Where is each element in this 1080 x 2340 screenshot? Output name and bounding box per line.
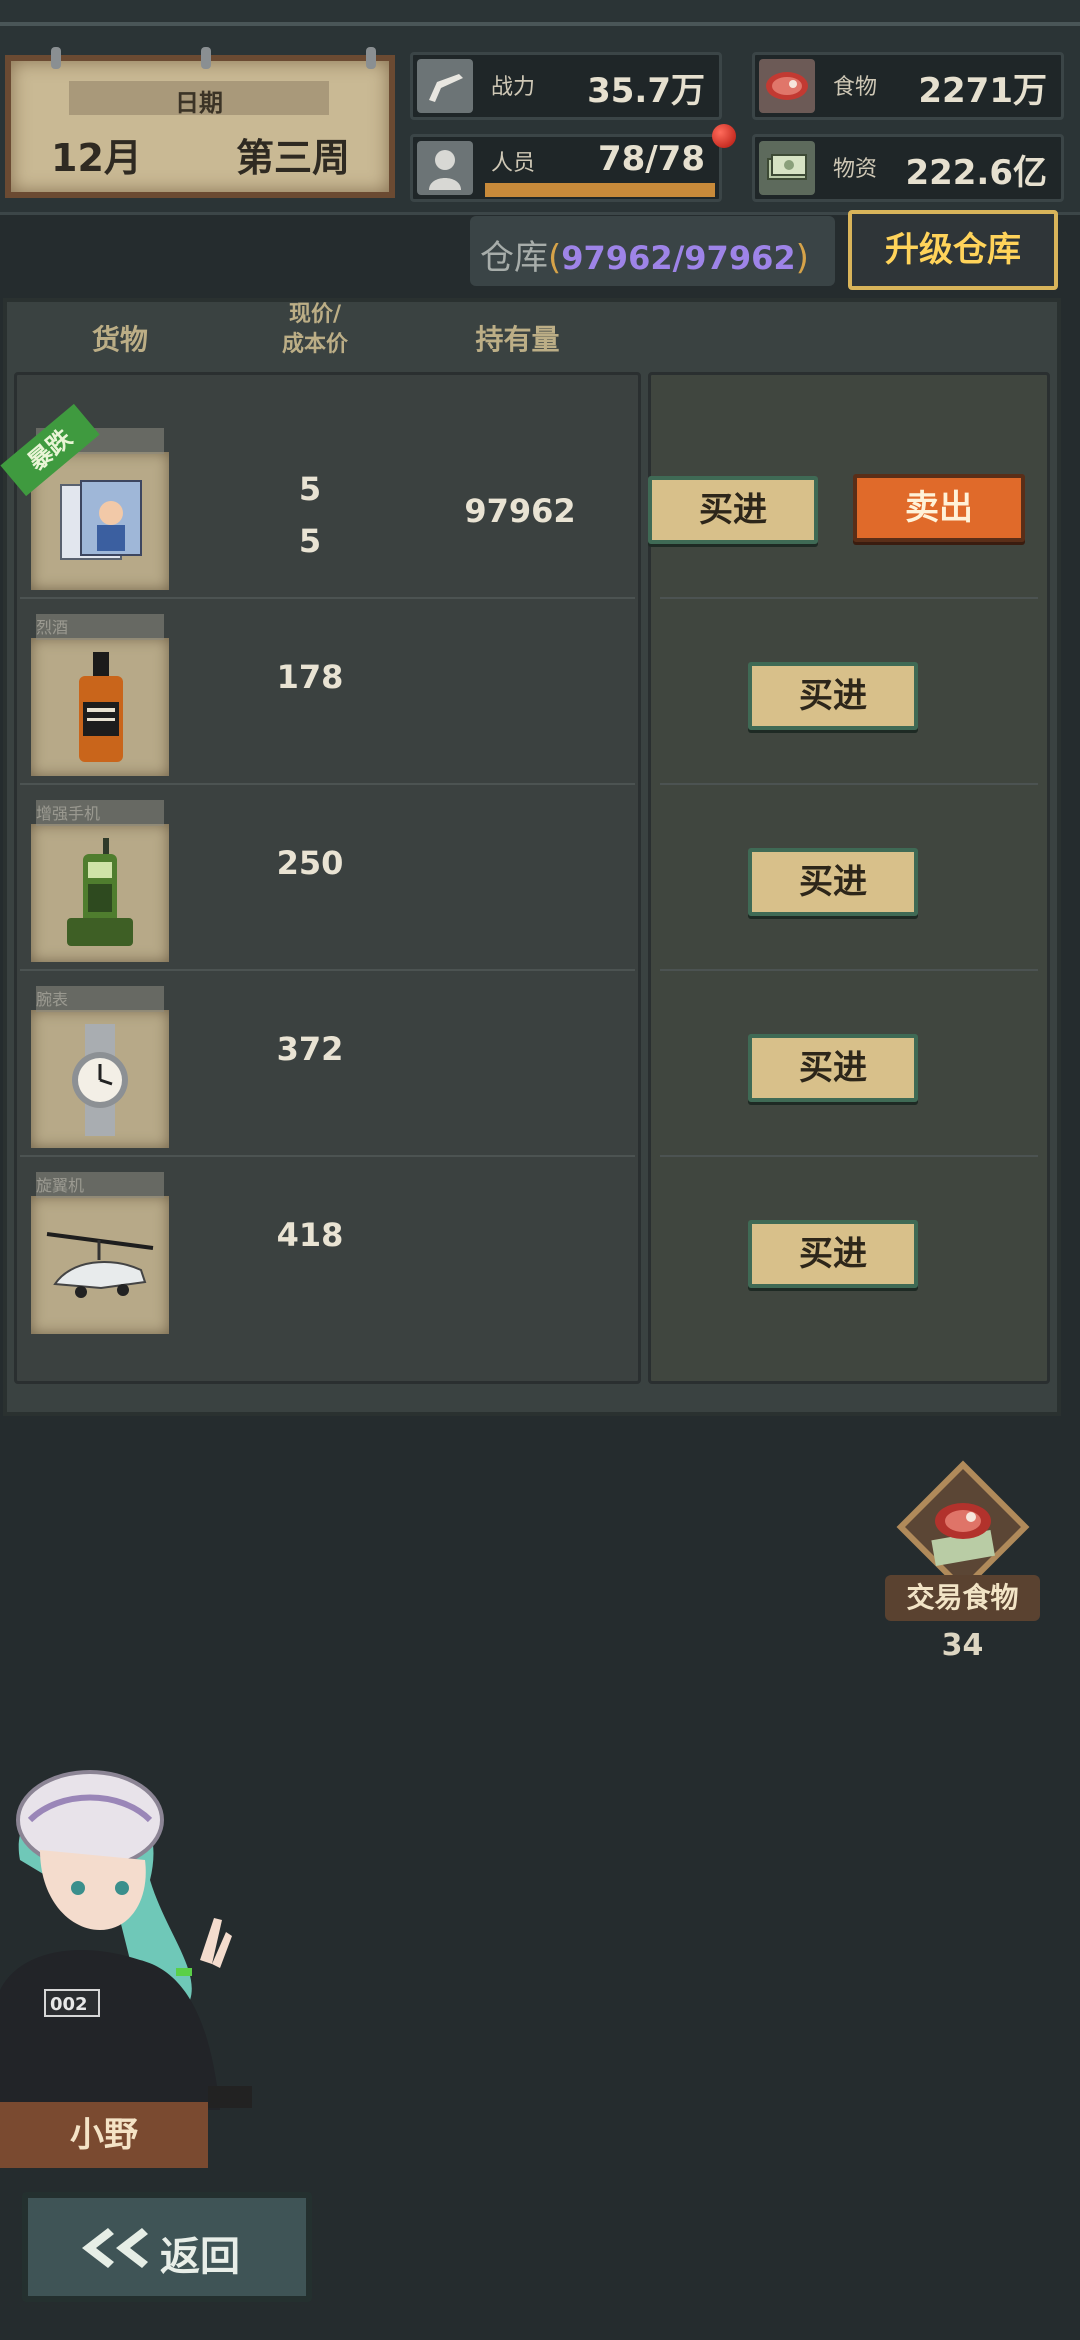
meat-icon (759, 59, 815, 113)
supplies-value: 222.6亿 (905, 153, 1047, 193)
radio-phone-icon (63, 838, 137, 954)
power-stat[interactable]: 战力 35.7万 (410, 52, 722, 120)
top-bar-edge (0, 22, 1080, 26)
back-label: 返回 (160, 2234, 240, 2280)
food-stat[interactable]: 食物 2271万 (752, 52, 1064, 120)
buy-button[interactable]: 买进 (748, 1220, 918, 1288)
person-icon (417, 141, 473, 195)
row-divider (20, 1155, 635, 1157)
staff-stat[interactable]: 人员 78/78 (410, 134, 722, 202)
food-label: 食物 (833, 75, 878, 100)
row-divider (20, 969, 635, 971)
warehouse-label: 仓库 (480, 238, 548, 278)
current-price: 372 (276, 1030, 344, 1068)
row-divider (660, 969, 1038, 971)
header-price-line1: 现价/ (288, 302, 342, 327)
buy-button[interactable]: 买进 (648, 476, 818, 544)
staff-progress-bar (485, 183, 715, 197)
buy-button[interactable]: 买进 (748, 1034, 918, 1102)
row-divider (660, 783, 1038, 785)
warehouse-close-paren: ) (795, 238, 809, 278)
date-panel: 日期 12月 第三周 (5, 47, 395, 198)
current-price: 418 (276, 1216, 344, 1254)
wristwatch-icon (65, 1024, 135, 1140)
warehouse-open-paren: ( (548, 238, 562, 278)
row-divider (660, 1155, 1038, 1157)
notification-dot (712, 124, 736, 148)
item-tag: 腕表 (36, 986, 164, 1012)
current-price: 5 (298, 470, 322, 508)
row-divider (20, 597, 635, 599)
character-portrait: 002 (0, 1770, 260, 2114)
date-week: 第三周 (236, 136, 351, 180)
header-price: 现价/ 成本价 (250, 300, 380, 360)
warehouse-capacity: 仓库(97962/97962) (470, 216, 835, 286)
pin-icon (51, 47, 61, 69)
character-name: 小野 (0, 2102, 208, 2168)
item-tag: 旋翼机 (36, 1172, 164, 1198)
pin-icon (201, 47, 211, 69)
staff-label: 人员 (491, 151, 536, 176)
double-arrow-left-icon (82, 2228, 148, 2268)
cost-price: 5 (298, 522, 322, 560)
supplies-stat[interactable]: 物资 222.6亿 (752, 134, 1064, 202)
current-price: 178 (276, 658, 344, 696)
buy-button[interactable]: 买进 (748, 662, 918, 730)
date-month: 12月 (51, 136, 142, 180)
item-card-liquor[interactable]: 烈酒 (31, 614, 169, 776)
power-value: 35.7万 (587, 71, 705, 111)
item-card-phone[interactable]: 增强手机 (31, 800, 169, 962)
item-card-gyrocopter[interactable]: 旋翼机 (31, 1172, 169, 1334)
staff-value: 78/78 (597, 139, 705, 179)
upgrade-warehouse-button[interactable]: 升级仓库 (848, 210, 1058, 290)
food-value: 2271万 (918, 71, 1047, 111)
gyrocopter-icon (41, 1226, 159, 1310)
whiskey-bottle-icon (75, 652, 127, 768)
row-divider (660, 597, 1038, 599)
header-holding: 持有量 (475, 323, 560, 356)
supplies-label: 物资 (833, 157, 878, 182)
item-tag: 烈酒 (36, 614, 164, 640)
header-goods: 货物 (91, 323, 148, 356)
current-price: 250 (276, 844, 344, 882)
comic-book-icon (46, 474, 154, 570)
item-tag: 增强手机 (36, 800, 164, 826)
item-card-watch[interactable]: 腕表 (31, 986, 169, 1148)
power-label: 战力 (491, 75, 536, 100)
holding-amount: 97962 (464, 492, 576, 530)
back-button[interactable]: 返回 (22, 2192, 312, 2302)
gun-icon (417, 59, 473, 113)
date-label: 日期 (175, 89, 223, 117)
warehouse-text: 仓库(97962/97962) (480, 230, 809, 279)
trade-food-count: 34 (941, 1628, 984, 1663)
money-icon (759, 141, 815, 195)
jersey-number: 002 (50, 1994, 88, 2015)
buy-button[interactable]: 买进 (748, 848, 918, 916)
pin-icon (366, 47, 376, 69)
trade-food-label[interactable]: 交易食物 (885, 1575, 1040, 1621)
warehouse-count: 97962/97962 (561, 239, 796, 277)
sell-button[interactable]: 卖出 (853, 474, 1025, 542)
row-divider (20, 783, 635, 785)
header-price-line2: 成本价 (281, 332, 348, 357)
